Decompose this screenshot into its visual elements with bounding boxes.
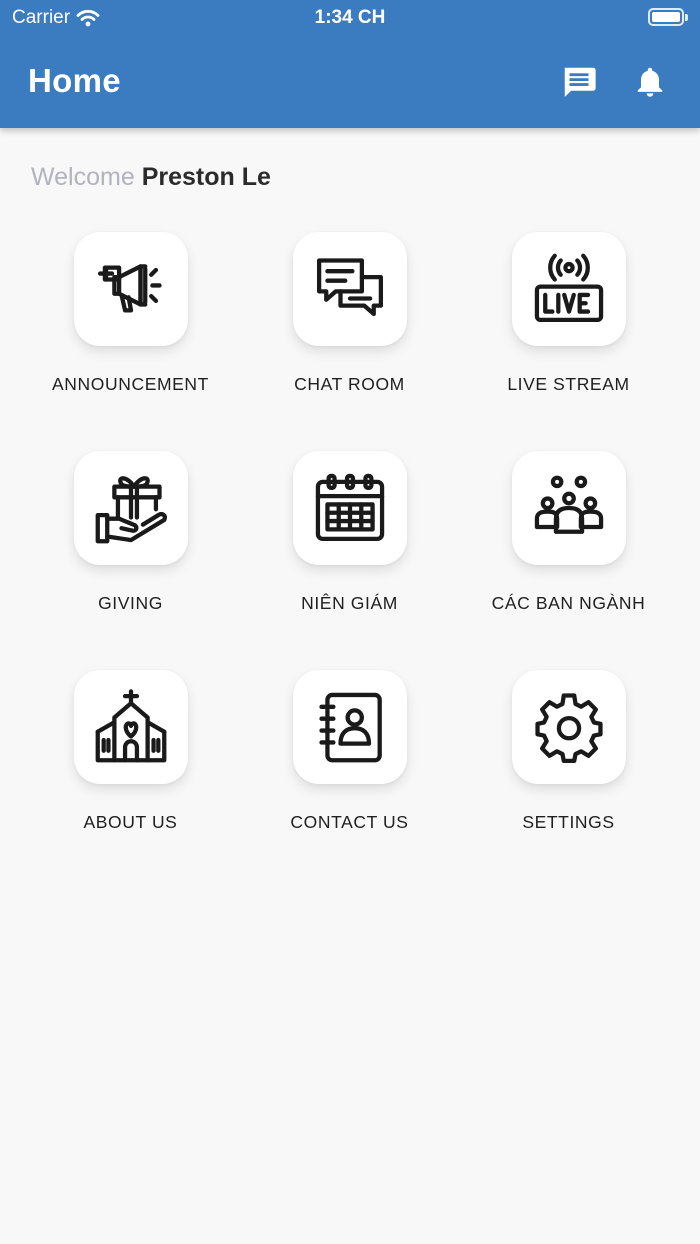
menu-label: CÁC BAN NGÀNH xyxy=(491,593,646,613)
menu-tile xyxy=(73,451,188,565)
contact-book-icon xyxy=(318,692,382,763)
gear-icon xyxy=(534,693,603,763)
welcome-prefix: Welcome xyxy=(31,163,135,191)
menu-item-nien-giam[interactable]: NIÊN GIÁM xyxy=(240,451,459,670)
menu-label: SETTINGS xyxy=(522,812,615,832)
menu-tile xyxy=(292,670,407,784)
menu-item-settings[interactable]: SETTINGS xyxy=(459,670,678,889)
calendar-icon xyxy=(315,473,384,542)
menu-tile xyxy=(73,670,188,784)
menu-item-live-stream[interactable]: LIVE STREAM xyxy=(459,232,678,451)
status-time: 1:34 CH xyxy=(314,7,386,28)
menu-item-about-us[interactable]: ABOUT US xyxy=(21,670,240,889)
wifi-icon xyxy=(76,9,100,27)
message-icon xyxy=(564,67,596,98)
menu-item-chat-room[interactable]: CHAT ROOM xyxy=(240,232,459,451)
menu-tile xyxy=(292,232,407,346)
messages-button[interactable] xyxy=(557,60,601,104)
carrier-label: Carrier xyxy=(12,7,71,28)
megaphone-icon xyxy=(97,264,162,313)
menu-label: GIVING xyxy=(98,593,163,613)
menu-tile xyxy=(292,451,407,565)
welcome-message: Welcome Preston Le xyxy=(31,163,271,192)
menu-tile xyxy=(511,232,626,346)
menu-item-cac-ban-nganh[interactable]: CÁC BAN NGÀNH xyxy=(459,451,678,670)
menu-label: ABOUT US xyxy=(83,812,178,832)
group-icon xyxy=(534,475,603,534)
menu-label: ANNOUNCEMENT xyxy=(52,374,209,394)
menu-tile xyxy=(73,232,188,346)
church-icon xyxy=(95,689,166,763)
notifications-button[interactable] xyxy=(628,60,672,104)
menu-item-contact-us[interactable]: CONTACT US xyxy=(240,670,459,889)
battery-icon xyxy=(648,8,688,26)
menu-item-announcement[interactable]: ANNOUNCEMENT xyxy=(21,232,240,451)
menu-label: NIÊN GIÁM xyxy=(301,593,398,613)
chat-bubbles-icon xyxy=(316,258,383,317)
menu-label: CONTACT US xyxy=(290,812,409,832)
menu-grid: ANNOUNCEMENT CHAT ROOM LIVE STREAM GIVIN… xyxy=(21,232,678,889)
menu-tile xyxy=(511,670,626,784)
user-name: Preston Le xyxy=(141,163,271,191)
menu-tile xyxy=(511,451,626,565)
menu-label: CHAT ROOM xyxy=(294,374,405,394)
status-carrier: Carrier xyxy=(12,7,100,29)
gift-hand-icon xyxy=(95,476,167,544)
menu-item-giving[interactable]: GIVING xyxy=(21,451,240,670)
bell-icon xyxy=(637,67,663,97)
menu-label: LIVE STREAM xyxy=(507,374,630,394)
page-title: Home xyxy=(28,62,121,99)
live-broadcast-icon xyxy=(534,253,603,323)
app-header: Carrier 1:34 CH Home xyxy=(0,0,700,128)
